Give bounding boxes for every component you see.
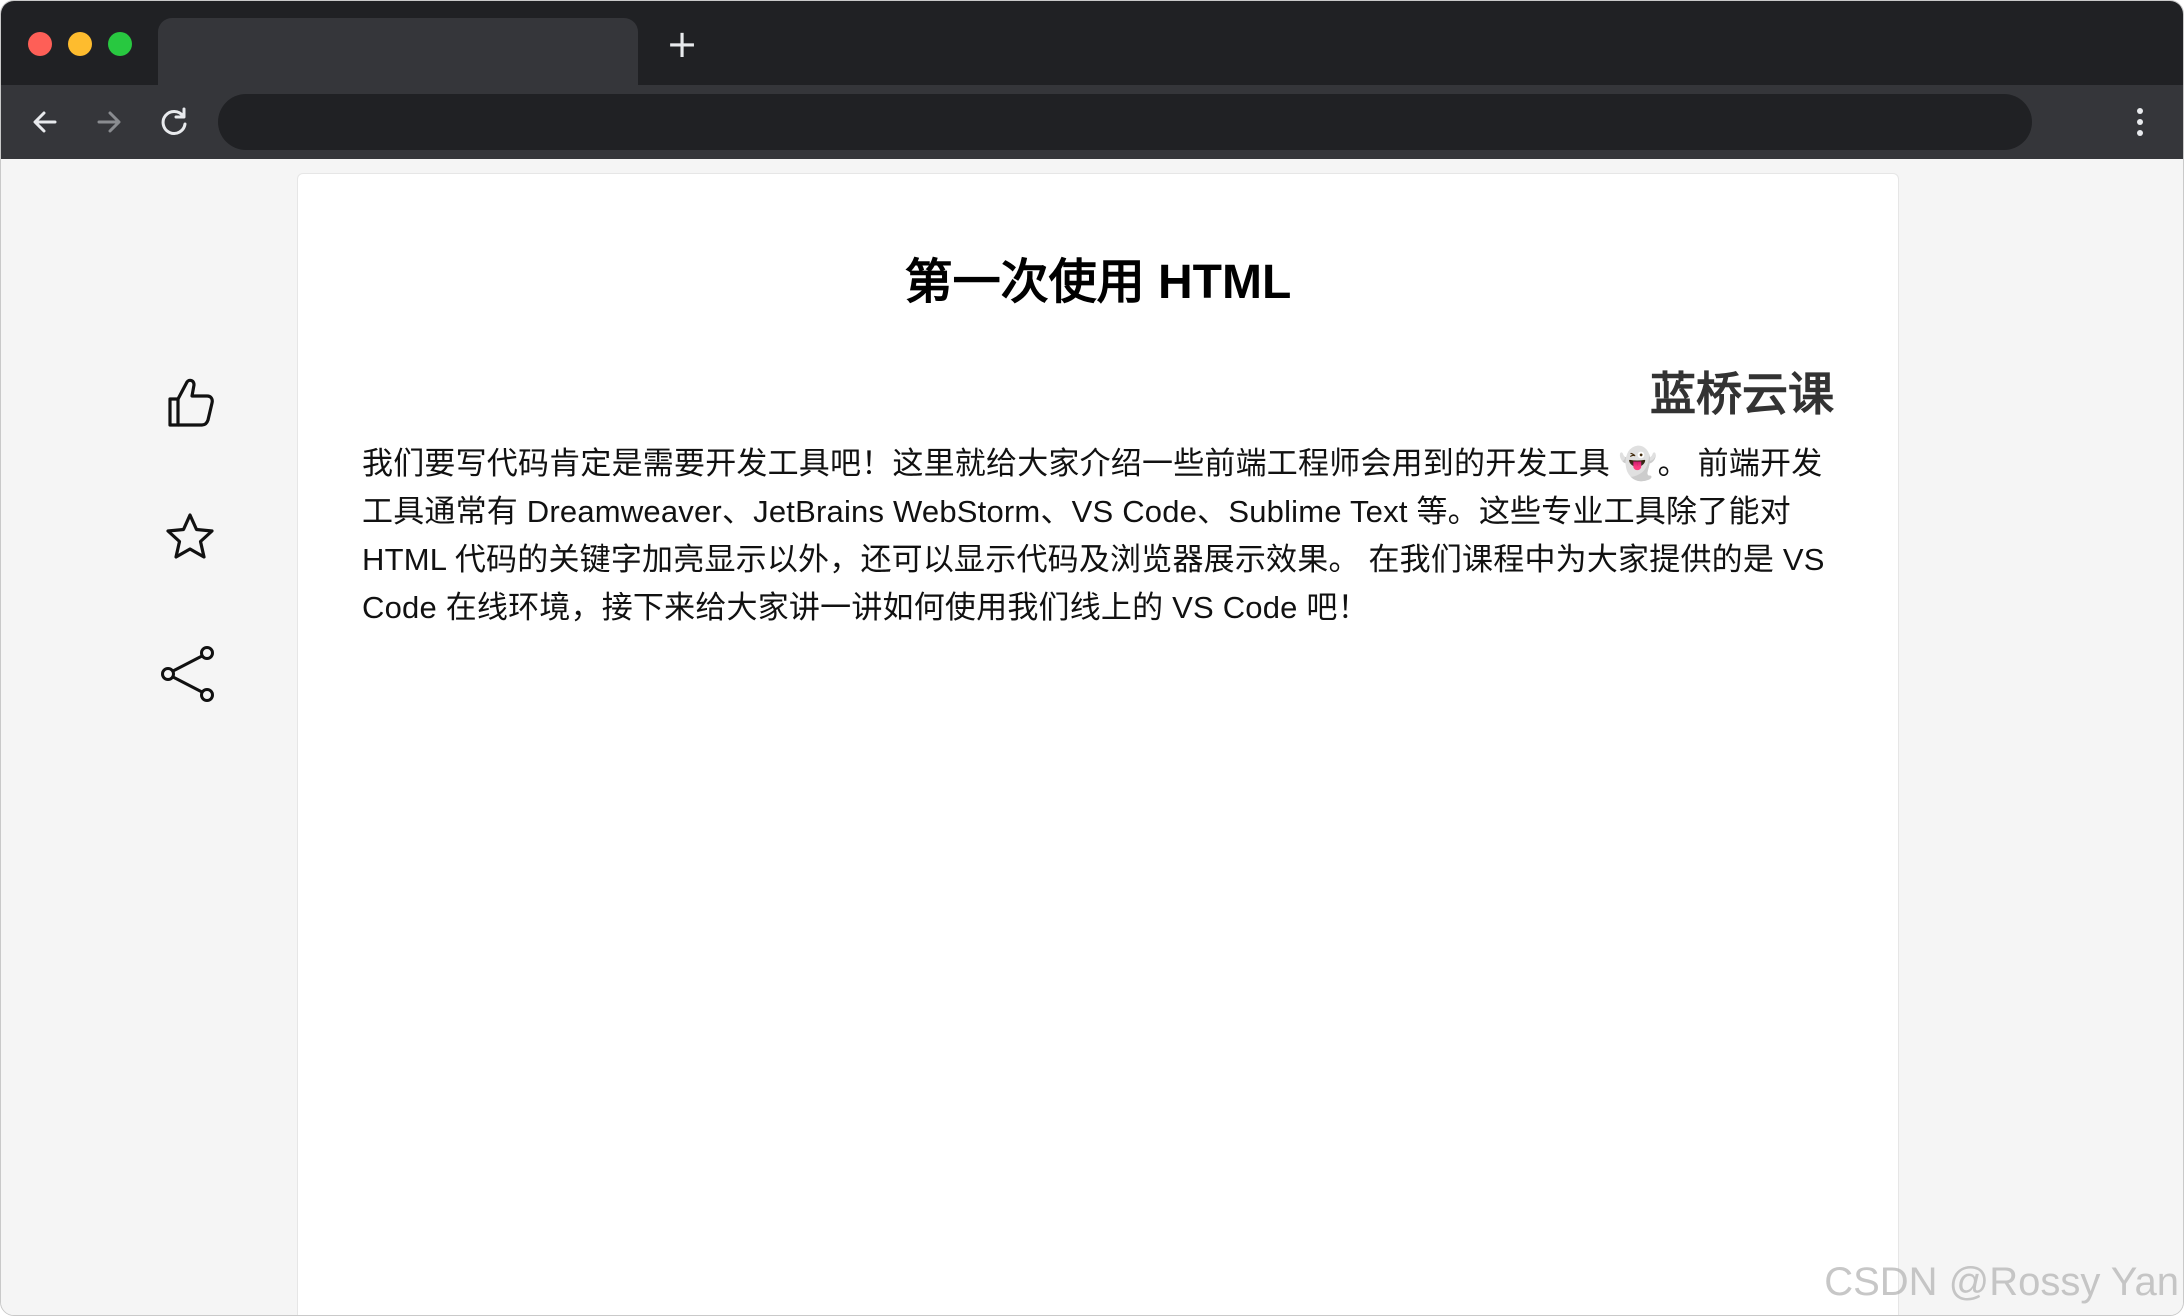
minimize-window-button[interactable] (68, 32, 92, 56)
new-tab-button[interactable]: + (665, 25, 699, 63)
article-card: 第一次使用 HTML 蓝桥云课 我们要写代码肯定是需要开发工具吧！这里就给大家介… (297, 173, 1899, 1315)
more-vertical-icon (2137, 108, 2143, 136)
address-bar[interactable] (218, 94, 2032, 150)
arrow-left-icon (33, 111, 57, 133)
article-subtitle: 蓝桥云课 (1650, 368, 1834, 420)
article-body: 我们要写代码肯定是需要开发工具吧！这里就给大家介绍一些前端工程师会用到的开发工具… (362, 446, 1825, 625)
arrow-right-icon (97, 111, 121, 133)
star-icon (166, 513, 214, 559)
browser-menu-button[interactable] (2126, 102, 2154, 142)
like-button[interactable] (156, 369, 224, 437)
back-button[interactable] (25, 102, 65, 142)
reload-icon (161, 107, 187, 135)
thumbs-up-icon (168, 378, 214, 427)
page-title: 第一次使用 HTML (904, 256, 1292, 309)
favorite-button[interactable] (156, 504, 224, 572)
share-button[interactable] (156, 640, 224, 708)
forward-button[interactable] (89, 102, 129, 142)
share-icon (161, 646, 214, 702)
tab-strip: + (1, 1, 2183, 85)
browser-tab[interactable] (158, 18, 638, 85)
browser-toolbar (1, 85, 2183, 159)
browser-window: + 第一次使用 HTML 蓝桥云课 我们要写代码肯定是需要开发工具吧！这里就给大… (0, 0, 2184, 1316)
maximize-window-button[interactable] (108, 32, 132, 56)
watermark: CSDN @Rossy Yan (1824, 1260, 2179, 1304)
page-viewport: 第一次使用 HTML 蓝桥云课 我们要写代码肯定是需要开发工具吧！这里就给大家介… (1, 159, 2183, 1315)
reload-button[interactable] (154, 102, 194, 142)
close-window-button[interactable] (28, 32, 52, 56)
